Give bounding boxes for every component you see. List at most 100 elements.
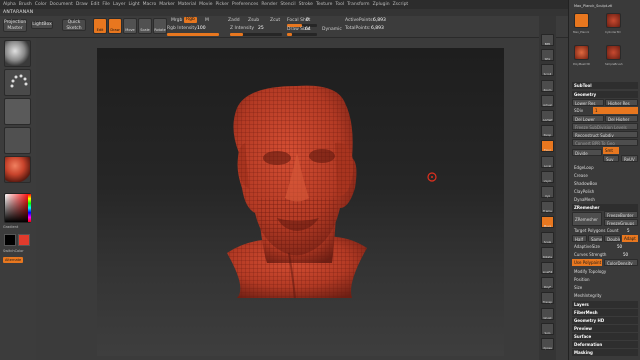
menu-item-alpha[interactable]: Alpha bbox=[3, 2, 16, 7]
simplebrush-thumb[interactable] bbox=[606, 45, 621, 60]
adaptive-size-value[interactable]: 50 bbox=[615, 243, 638, 250]
half-button[interactable]: Half bbox=[572, 235, 587, 242]
right-icon-polyf[interactable]: PolyF bbox=[541, 277, 554, 290]
suv-toggle[interactable]: Suv bbox=[603, 155, 619, 162]
draw-size-slider[interactable] bbox=[287, 33, 317, 36]
lightbox-button[interactable]: LightBox bbox=[31, 21, 53, 29]
edgeloop-section[interactable]: EdgeLoop bbox=[572, 164, 638, 171]
cylinder-thumb[interactable] bbox=[606, 13, 621, 28]
scale-mode-button[interactable]: Scale bbox=[138, 18, 152, 34]
zremesher-button[interactable]: ZRemesher bbox=[572, 212, 602, 226]
main-color-swatch[interactable] bbox=[18, 234, 30, 246]
switch-color-label[interactable]: SwitchColor bbox=[3, 249, 24, 253]
layers-header[interactable]: Layers bbox=[572, 301, 638, 308]
zadd-button[interactable]: Zadd bbox=[228, 18, 240, 23]
right-icon-xyz[interactable]: Xyz bbox=[541, 186, 554, 198]
right-icon-spix[interactable]: SPix bbox=[541, 49, 554, 62]
right-icon-scroll[interactable]: Scroll bbox=[541, 64, 554, 77]
right-icon-aahalf[interactable]: AAHalf bbox=[541, 110, 554, 122]
m-button[interactable]: M bbox=[205, 18, 209, 23]
menu-item-zscript[interactable]: Zscript bbox=[393, 2, 409, 7]
menu-item-color[interactable]: Color bbox=[35, 2, 47, 7]
position-section[interactable]: Position bbox=[572, 276, 638, 283]
menu-item-material[interactable]: Material bbox=[178, 2, 196, 7]
menu-item-edit[interactable]: Edit bbox=[91, 2, 100, 7]
menu-item-picker[interactable]: Picker bbox=[215, 2, 228, 7]
color-picker[interactable] bbox=[4, 193, 31, 223]
claypolish-section[interactable]: ClayPolish bbox=[572, 188, 638, 195]
right-icon-local[interactable]: Local bbox=[541, 155, 554, 168]
del-lower-button[interactable]: Del Lower bbox=[572, 115, 604, 122]
sdiv-slider[interactable]: 1 bbox=[593, 107, 638, 114]
freeze-subdivision-button[interactable]: Freeze SubDivision Levels bbox=[572, 123, 638, 130]
geometry-header[interactable]: Geometry bbox=[572, 91, 638, 98]
material-thumbnail[interactable] bbox=[4, 156, 31, 183]
right-icon-frame[interactable]: Frame bbox=[541, 201, 554, 214]
hue-strip[interactable] bbox=[28, 194, 31, 222]
menu-item-stroke[interactable]: Stroke bbox=[299, 2, 313, 7]
right-icon-zoom[interactable]: Zoom bbox=[541, 79, 554, 92]
right-icon-persp[interactable]: Persp bbox=[541, 125, 554, 138]
menu-item-draw[interactable]: Draw bbox=[76, 2, 88, 7]
move-mode-button[interactable]: Move bbox=[123, 18, 137, 34]
menu-item-preferences[interactable]: Preferences bbox=[232, 2, 258, 7]
divide-button[interactable]: Divide bbox=[572, 149, 602, 156]
smt-toggle[interactable]: Smt bbox=[603, 147, 619, 154]
dynamic-button[interactable]: Dynamic bbox=[322, 27, 342, 32]
max-planck-thumb[interactable] bbox=[574, 13, 589, 28]
menu-item-marker[interactable]: Marker bbox=[159, 2, 175, 7]
dynamesh-section[interactable]: DynaMesh bbox=[572, 196, 638, 203]
right-icon-bpr[interactable]: BPR bbox=[541, 34, 554, 46]
target-polygons-value[interactable]: 5 bbox=[625, 227, 638, 234]
surface-header[interactable]: Surface bbox=[572, 333, 638, 340]
same-button[interactable]: Same bbox=[588, 235, 603, 242]
mrgb-button[interactable]: Mrgb bbox=[171, 18, 182, 23]
menu-item-render[interactable]: Render bbox=[261, 2, 277, 7]
right-icon-rotate[interactable]: Rotate bbox=[541, 246, 554, 259]
freeze-border-button[interactable]: FreezeBorder bbox=[604, 211, 638, 218]
document-canvas[interactable] bbox=[97, 48, 504, 356]
secondary-color-swatch[interactable] bbox=[4, 234, 16, 246]
size-section[interactable]: Size bbox=[572, 284, 638, 291]
reconstruct-subdiv-button[interactable]: Reconstruct Subdiv bbox=[572, 131, 638, 138]
quick-sketch-button[interactable]: Quick Sketch bbox=[62, 19, 86, 31]
menu-item-zplugin[interactable]: Zplugin bbox=[373, 2, 390, 7]
menu-item-document[interactable]: Document bbox=[50, 2, 73, 7]
rotate-mode-button[interactable]: Rotate bbox=[153, 18, 167, 34]
brush-thumbnail[interactable] bbox=[4, 40, 31, 67]
geometry-hd-header[interactable]: Geometry HD bbox=[572, 317, 638, 324]
right-icon-xpose[interactable]: Xpose bbox=[541, 338, 554, 350]
fibermesh-header[interactable]: FiberMesh bbox=[572, 309, 638, 316]
masking-header[interactable]: Masking bbox=[572, 349, 638, 356]
menu-item-macro[interactable]: Macro bbox=[143, 2, 157, 7]
adapt-toggle[interactable]: Adapt bbox=[622, 235, 638, 242]
menu-item-movie[interactable]: Movie bbox=[199, 2, 212, 7]
stroke-thumbnail[interactable] bbox=[4, 69, 31, 96]
lower-res-button[interactable]: Lower Res bbox=[572, 99, 604, 106]
menu-item-layer[interactable]: Layer bbox=[113, 2, 126, 7]
menu-item-stencil[interactable]: Stencil bbox=[280, 2, 295, 7]
mesh-integrity-section[interactable]: MeshIntegrity bbox=[572, 292, 638, 299]
right-icon-floor[interactable]: Floor bbox=[541, 140, 554, 153]
zcut-button[interactable]: Zcut bbox=[270, 18, 280, 23]
menu-item-light[interactable]: Light bbox=[128, 2, 139, 7]
rgb-intensity-slider[interactable] bbox=[167, 33, 219, 36]
texture-thumbnail[interactable] bbox=[4, 127, 31, 154]
right-icon-transp[interactable]: Transp bbox=[541, 292, 554, 305]
zremesher-header[interactable]: ZRemesher bbox=[572, 204, 638, 211]
menu-item-brush[interactable]: Brush bbox=[19, 2, 32, 7]
convert-bpr-button[interactable]: Convert BPR To Geo bbox=[572, 139, 638, 146]
reuv-toggle[interactable]: ReUV bbox=[621, 155, 638, 162]
z-intensity-slider[interactable] bbox=[230, 33, 282, 36]
del-higher-button[interactable]: Del Higher bbox=[605, 115, 638, 122]
menu-item-tool[interactable]: Tool bbox=[335, 2, 344, 7]
higher-res-button[interactable]: Higher Res bbox=[605, 99, 638, 106]
color-density-slider[interactable]: ColorDensity bbox=[604, 259, 638, 266]
rgb-button[interactable]: Rgb bbox=[184, 17, 197, 23]
preview-header[interactable]: Preview bbox=[572, 325, 638, 332]
right-icon-linefill[interactable]: LineFill bbox=[541, 262, 554, 274]
polymesh-thumb[interactable] bbox=[574, 45, 589, 60]
right-icon-solo[interactable]: Solo bbox=[541, 322, 554, 335]
projection-master-button[interactable]: Projection Master bbox=[3, 19, 27, 32]
draw-mode-button[interactable]: Draw bbox=[108, 18, 122, 34]
